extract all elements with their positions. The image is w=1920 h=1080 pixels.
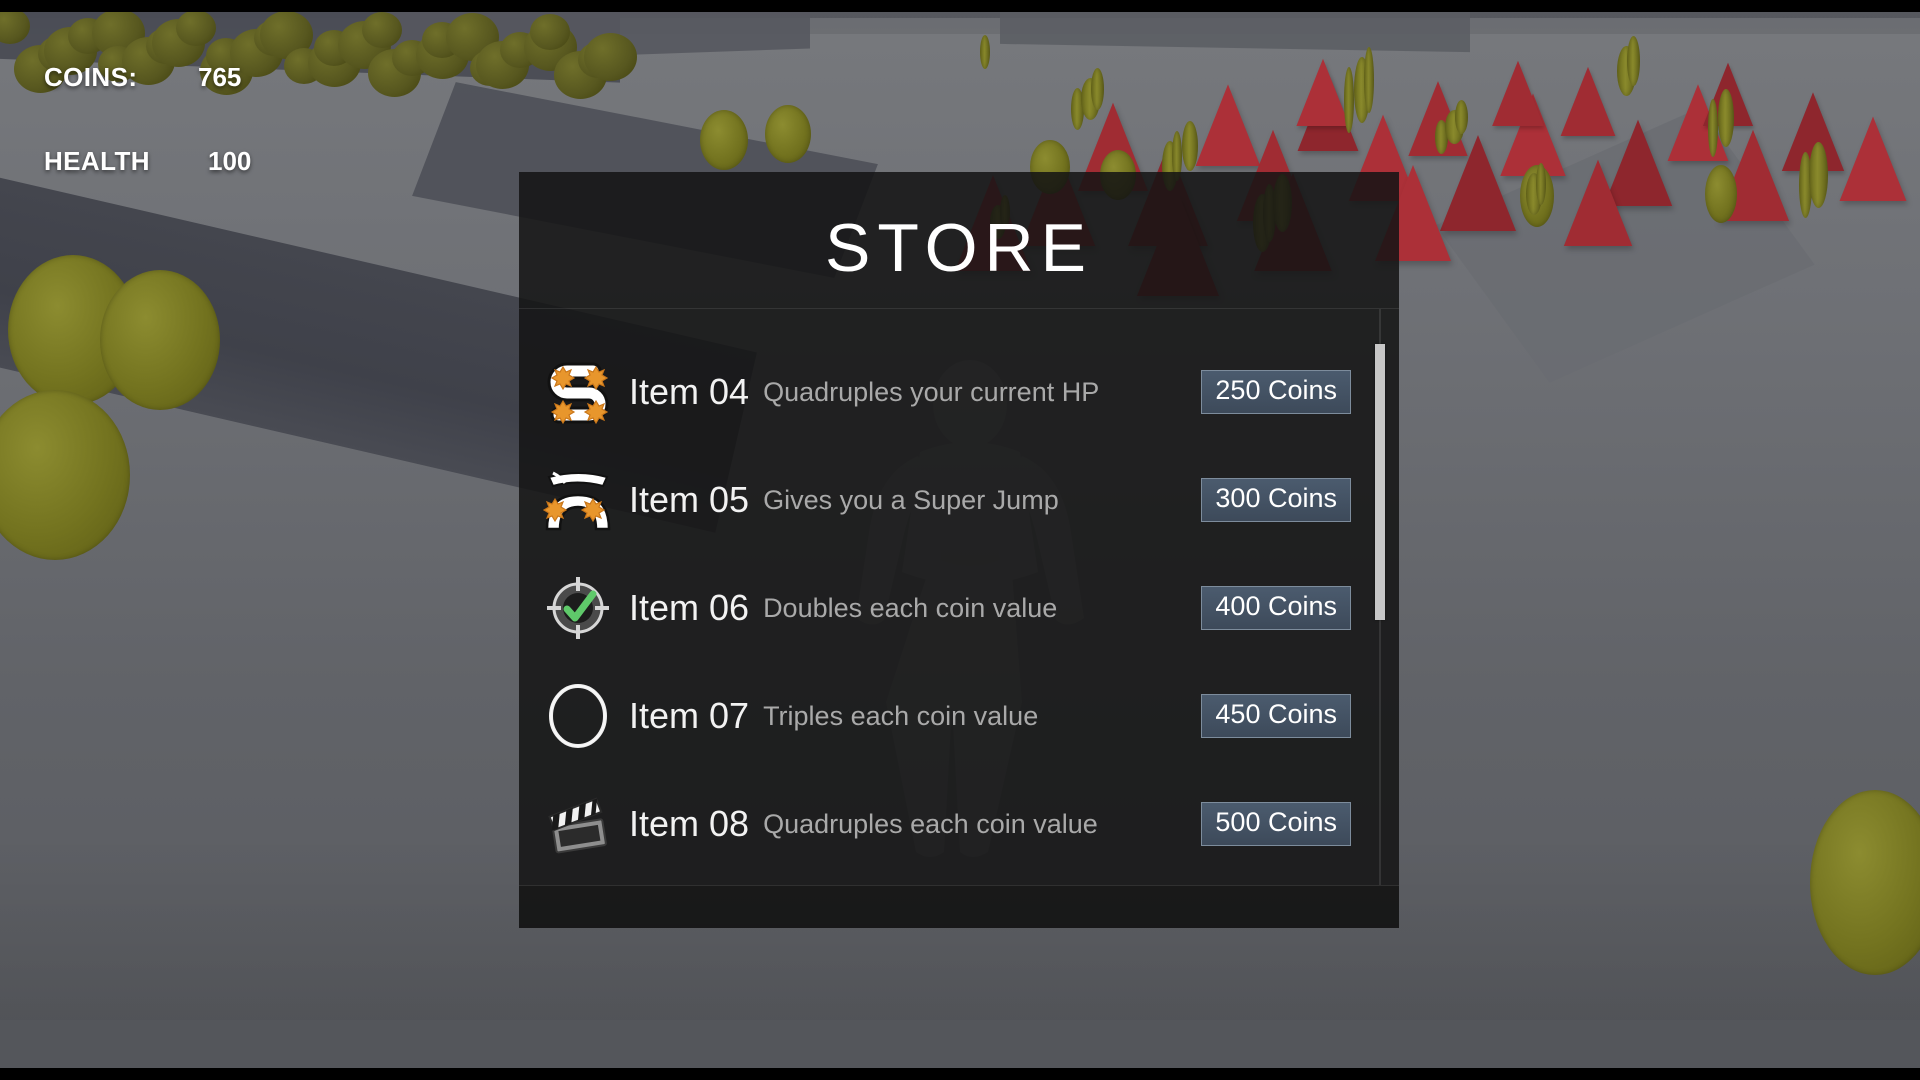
hud-health-row: HEALTH 100 (44, 146, 251, 188)
store-item-buy-button[interactable]: 300 Coins (1201, 478, 1351, 522)
coin-pickup (1708, 99, 1718, 157)
hud-coins-row: COINS: 765 (44, 62, 251, 104)
coin-pickup (1455, 100, 1468, 134)
store-item-list-viewport[interactable]: Item 03Triples your current HP200 Coins … (519, 308, 1399, 885)
store-item-buy-button[interactable]: 250 Coins (1201, 370, 1351, 414)
store-panel-footer (519, 885, 1399, 928)
store-item-description: Triples each coin value (763, 700, 1039, 731)
store-item-row[interactable]: Item 07 Triples each coin value 450 Coins (519, 662, 1399, 770)
coin-pickup (1364, 47, 1374, 113)
arch-icon (541, 463, 615, 537)
hedge-bush (584, 33, 637, 81)
store-item-row[interactable]: Item 08 Quadruples each coin value 500 Coi… (519, 770, 1399, 878)
store-item-row[interactable]: Item 05 Gives you a Super Jump 300 Coins (519, 446, 1399, 554)
store-item-name: Item 05 (629, 479, 750, 520)
hedge-bush (362, 12, 402, 48)
coin-pickup (100, 270, 220, 410)
store-item-description: Quadruples your current HP (763, 376, 1100, 407)
store-title: STORE (824, 210, 1094, 286)
cone-obstacle (1839, 116, 1907, 201)
coin-pickup (700, 110, 748, 170)
store-scrollbar[interactable] (1375, 309, 1385, 885)
store-panel: STORE Item 03Triples your current HP200 … (519, 172, 1399, 928)
cone-obstacle (1296, 58, 1350, 126)
cone-obstacle (1563, 159, 1633, 246)
store-item-row[interactable]: Item 03Triples your current HP200 Coins (519, 309, 1399, 338)
health-label: HEALTH (44, 146, 150, 176)
store-item-name: Item 08 (629, 803, 750, 844)
store-item-description: Gives you a Super Jump (763, 484, 1059, 515)
scrollbar-thumb[interactable] (1375, 343, 1385, 621)
coins-label: COINS: (44, 62, 138, 92)
coin-pickup (1705, 165, 1737, 223)
store-item-buy-button[interactable]: 500 Coins (1201, 802, 1351, 846)
target-check-icon (541, 571, 615, 645)
health-value: 100 (208, 146, 252, 176)
coin-pickup (1627, 36, 1640, 86)
hedge-bush (530, 14, 570, 50)
store-item-row[interactable]: Item 04 Quadruples your current HP 250 Coi… (519, 338, 1399, 446)
store-item-buy-button[interactable]: 400 Coins (1201, 586, 1351, 630)
letterbox-bottom (0, 1068, 1920, 1080)
store-item-buy-button[interactable]: 450 Coins (1201, 694, 1351, 738)
coin-pickup (980, 35, 990, 69)
coin-pickup (1718, 89, 1734, 147)
hud: COINS: 765 HEALTH 100 (44, 62, 251, 188)
hedge-bush (176, 10, 216, 46)
letterbox-top (0, 0, 1920, 12)
coin-pickup (1344, 67, 1354, 133)
store-item-name: Item 07 (629, 695, 750, 736)
store-item-row[interactable]: Item 06 Doubles each coin value 400 Coins (519, 554, 1399, 662)
store-item-name: Item 06 (629, 587, 750, 628)
leaf-icon (541, 309, 615, 321)
store-item-description: Quadruples each coin value (763, 808, 1098, 839)
coin-pickup (1809, 142, 1828, 208)
s-curve-icon (541, 355, 615, 429)
coin-pickup (1182, 121, 1198, 171)
coin-pickup (765, 105, 811, 163)
coins-value: 765 (198, 62, 242, 92)
coin-pickup (1091, 68, 1104, 110)
store-item-description: Doubles each coin value (763, 592, 1058, 623)
cone-obstacle (1492, 60, 1544, 126)
game-screen: COINS: 765 HEALTH 100 STORE Item 03Tripl… (0, 0, 1920, 1080)
ring-icon (541, 679, 615, 753)
store-item-name: Item 04 (629, 371, 750, 412)
store-item-list: Item 03Triples your current HP200 Coins … (519, 309, 1399, 878)
clapperboard-icon (541, 787, 615, 861)
coin-pickup (1536, 163, 1546, 205)
